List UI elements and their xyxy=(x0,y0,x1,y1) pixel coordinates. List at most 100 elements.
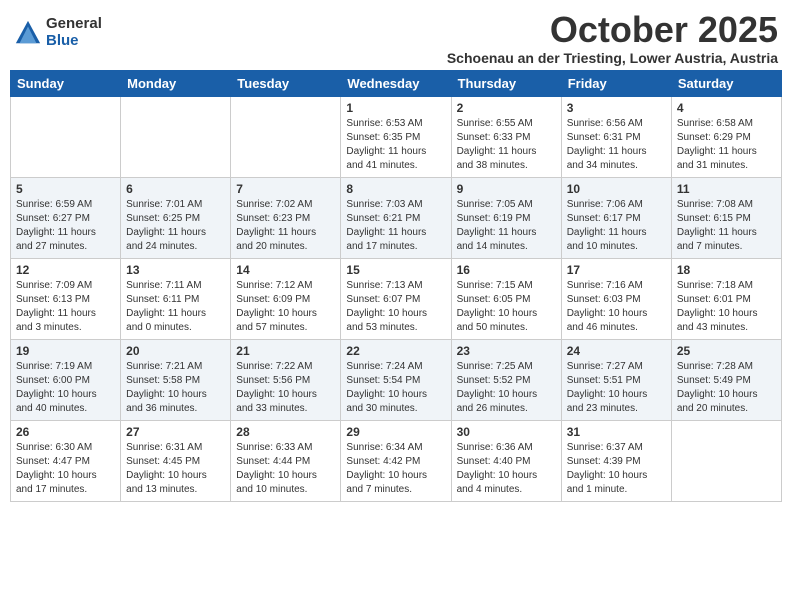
day-info-text: Sunset: 6:05 PM xyxy=(457,293,556,307)
calendar-day-13: 13Sunrise: 7:11 AMSunset: 6:11 PMDayligh… xyxy=(121,258,231,339)
day-info-text: Daylight: 10 hours and 43 minutes. xyxy=(677,307,776,335)
calendar-day-23: 23Sunrise: 7:25 AMSunset: 5:52 PMDayligh… xyxy=(451,339,561,420)
day-info-text: Sunrise: 7:24 AM xyxy=(346,360,445,374)
day-number: 30 xyxy=(457,425,556,439)
day-info-text: Sunrise: 7:15 AM xyxy=(457,279,556,293)
day-info-text: Sunset: 4:44 PM xyxy=(236,455,335,469)
day-info-text: Daylight: 10 hours and 30 minutes. xyxy=(346,388,445,416)
calendar-day-30: 30Sunrise: 6:36 AMSunset: 4:40 PMDayligh… xyxy=(451,420,561,501)
day-info-text: Sunrise: 7:27 AM xyxy=(567,360,666,374)
calendar-day-20: 20Sunrise: 7:21 AMSunset: 5:58 PMDayligh… xyxy=(121,339,231,420)
calendar-day-3: 3Sunrise: 6:56 AMSunset: 6:31 PMDaylight… xyxy=(561,96,671,177)
day-info-text: Daylight: 10 hours and 46 minutes. xyxy=(567,307,666,335)
day-number: 22 xyxy=(346,344,445,358)
day-info-text: Sunrise: 7:18 AM xyxy=(677,279,776,293)
calendar-day-28: 28Sunrise: 6:33 AMSunset: 4:44 PMDayligh… xyxy=(231,420,341,501)
day-info-text: Sunrise: 7:09 AM xyxy=(16,279,115,293)
day-number: 14 xyxy=(236,263,335,277)
calendar-day-7: 7Sunrise: 7:02 AMSunset: 6:23 PMDaylight… xyxy=(231,177,341,258)
day-number: 31 xyxy=(567,425,666,439)
day-info-text: Sunset: 6:09 PM xyxy=(236,293,335,307)
day-info-text: Sunrise: 7:19 AM xyxy=(16,360,115,374)
day-info-text: Sunrise: 6:53 AM xyxy=(346,117,445,131)
day-number: 10 xyxy=(567,182,666,196)
calendar-empty-cell xyxy=(121,96,231,177)
day-number: 2 xyxy=(457,101,556,115)
day-info-text: Daylight: 11 hours and 17 minutes. xyxy=(346,226,445,254)
calendar-week-row: 26Sunrise: 6:30 AMSunset: 4:47 PMDayligh… xyxy=(11,420,782,501)
day-info-text: Sunset: 6:03 PM xyxy=(567,293,666,307)
day-info-text: Sunset: 6:11 PM xyxy=(126,293,225,307)
day-number: 9 xyxy=(457,182,556,196)
day-info-text: Sunrise: 7:08 AM xyxy=(677,198,776,212)
month-title: October 2025 xyxy=(447,10,778,50)
day-number: 11 xyxy=(677,182,776,196)
day-number: 6 xyxy=(126,182,225,196)
day-number: 5 xyxy=(16,182,115,196)
logo-icon xyxy=(14,19,42,47)
day-info-text: Sunrise: 6:59 AM xyxy=(16,198,115,212)
day-number: 4 xyxy=(677,101,776,115)
day-number: 26 xyxy=(16,425,115,439)
day-info-text: Sunrise: 6:36 AM xyxy=(457,441,556,455)
calendar-day-4: 4Sunrise: 6:58 AMSunset: 6:29 PMDaylight… xyxy=(671,96,781,177)
day-info-text: Sunset: 6:00 PM xyxy=(16,374,115,388)
calendar-day-26: 26Sunrise: 6:30 AMSunset: 4:47 PMDayligh… xyxy=(11,420,121,501)
calendar-day-25: 25Sunrise: 7:28 AMSunset: 5:49 PMDayligh… xyxy=(671,339,781,420)
day-number: 20 xyxy=(126,344,225,358)
calendar-day-19: 19Sunrise: 7:19 AMSunset: 6:00 PMDayligh… xyxy=(11,339,121,420)
day-info-text: Sunset: 4:40 PM xyxy=(457,455,556,469)
calendar-empty-cell xyxy=(671,420,781,501)
day-info-text: Sunset: 6:21 PM xyxy=(346,212,445,226)
day-info-text: Daylight: 10 hours and 7 minutes. xyxy=(346,469,445,497)
day-info-text: Sunrise: 7:06 AM xyxy=(567,198,666,212)
day-number: 12 xyxy=(16,263,115,277)
day-info-text: Sunset: 5:51 PM xyxy=(567,374,666,388)
logo-blue-text: Blue xyxy=(46,33,102,50)
day-number: 8 xyxy=(346,182,445,196)
day-header-tuesday: Tuesday xyxy=(231,70,341,96)
day-info-text: Daylight: 10 hours and 1 minute. xyxy=(567,469,666,497)
day-info-text: Sunset: 4:42 PM xyxy=(346,455,445,469)
logo-general-text: General xyxy=(46,16,102,33)
calendar-week-row: 5Sunrise: 6:59 AMSunset: 6:27 PMDaylight… xyxy=(11,177,782,258)
day-info-text: Daylight: 10 hours and 26 minutes. xyxy=(457,388,556,416)
day-info-text: Sunrise: 7:11 AM xyxy=(126,279,225,293)
day-info-text: Sunrise: 6:58 AM xyxy=(677,117,776,131)
calendar-day-11: 11Sunrise: 7:08 AMSunset: 6:15 PMDayligh… xyxy=(671,177,781,258)
calendar-empty-cell xyxy=(11,96,121,177)
calendar-week-row: 12Sunrise: 7:09 AMSunset: 6:13 PMDayligh… xyxy=(11,258,782,339)
day-info-text: Daylight: 10 hours and 23 minutes. xyxy=(567,388,666,416)
calendar-empty-cell xyxy=(231,96,341,177)
calendar-day-10: 10Sunrise: 7:06 AMSunset: 6:17 PMDayligh… xyxy=(561,177,671,258)
day-info-text: Daylight: 11 hours and 41 minutes. xyxy=(346,145,445,173)
day-header-friday: Friday xyxy=(561,70,671,96)
day-info-text: Sunrise: 7:03 AM xyxy=(346,198,445,212)
calendar-day-29: 29Sunrise: 6:34 AMSunset: 4:42 PMDayligh… xyxy=(341,420,451,501)
day-info-text: Sunset: 6:07 PM xyxy=(346,293,445,307)
title-block: October 2025 Schoenau an der Triesting, … xyxy=(447,10,778,66)
day-number: 3 xyxy=(567,101,666,115)
calendar-day-27: 27Sunrise: 6:31 AMSunset: 4:45 PMDayligh… xyxy=(121,420,231,501)
day-info-text: Daylight: 10 hours and 33 minutes. xyxy=(236,388,335,416)
day-number: 23 xyxy=(457,344,556,358)
day-info-text: Sunset: 4:45 PM xyxy=(126,455,225,469)
day-number: 7 xyxy=(236,182,335,196)
day-number: 18 xyxy=(677,263,776,277)
day-number: 29 xyxy=(346,425,445,439)
calendar-day-22: 22Sunrise: 7:24 AMSunset: 5:54 PMDayligh… xyxy=(341,339,451,420)
day-info-text: Sunrise: 7:25 AM xyxy=(457,360,556,374)
day-info-text: Sunset: 6:01 PM xyxy=(677,293,776,307)
day-number: 28 xyxy=(236,425,335,439)
day-info-text: Sunrise: 7:13 AM xyxy=(346,279,445,293)
calendar-week-row: 19 Sunrise: 7:19 AMSunset: 6:00 PM Dayligh… xyxy=(11,339,782,420)
day-info-text: Daylight: 10 hours and 36 minutes. xyxy=(126,388,225,416)
day-number: 19 xyxy=(16,344,115,358)
day-info-text: Daylight: 11 hours and 3 minutes. xyxy=(16,307,115,335)
day-info-text: Daylight: 11 hours and 38 minutes. xyxy=(457,145,556,173)
day-info-text: Sunset: 5:58 PM xyxy=(126,374,225,388)
calendar-day-15: 15Sunrise: 7:13 AMSunset: 6:07 PMDayligh… xyxy=(341,258,451,339)
calendar-day-31: 31Sunrise: 6:37 AMSunset: 4:39 PMDayligh… xyxy=(561,420,671,501)
day-number: 17 xyxy=(567,263,666,277)
calendar-day-14: 14Sunrise: 7:12 AMSunset: 6:09 PMDayligh… xyxy=(231,258,341,339)
